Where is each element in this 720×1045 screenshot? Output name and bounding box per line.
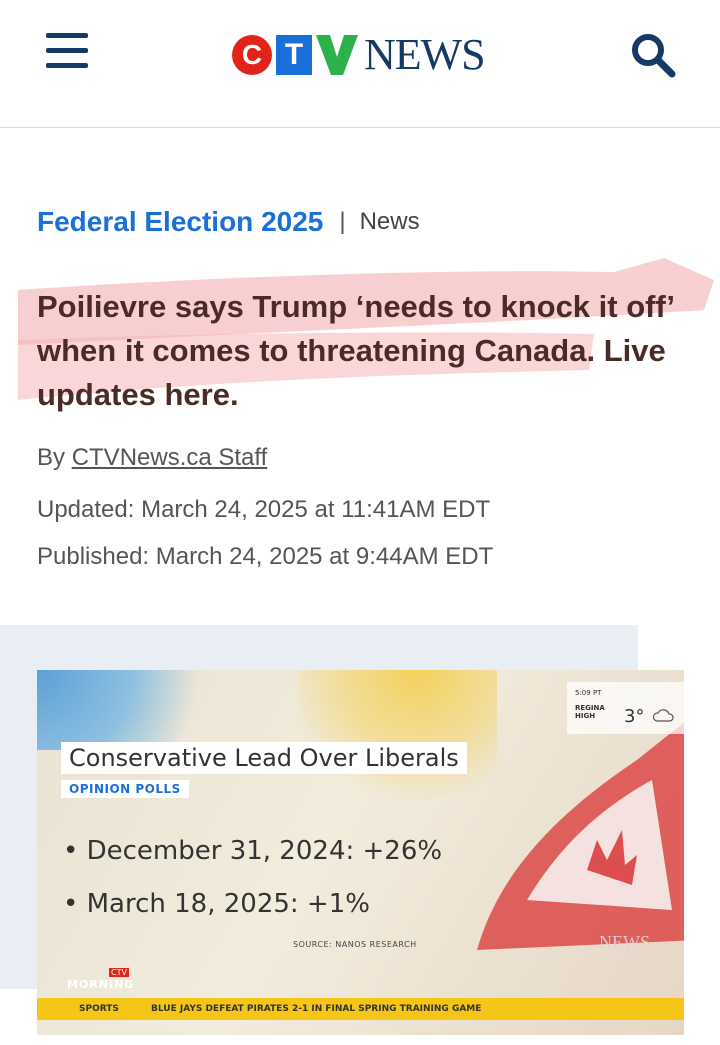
poll-bullet-2: • March 18, 2025: +1% (63, 889, 370, 919)
ticker-label: SPORTS (79, 1004, 119, 1014)
site-header: C T NEWS (0, 0, 720, 128)
cloud-icon (652, 709, 674, 722)
article-kicker: Federal Election 2025 | News (37, 206, 420, 238)
menu-icon[interactable] (46, 33, 88, 71)
search-icon[interactable] (628, 30, 678, 80)
weather-city: REGINA HIGH (575, 704, 605, 720)
weather-time: 5:09 PT (575, 689, 602, 697)
weather-temp: 3° (624, 706, 645, 727)
canadian-flag-graphic (477, 722, 684, 950)
ctv-news-logo[interactable]: C T NEWS (232, 30, 486, 79)
show-brand-small: CTV (109, 968, 129, 977)
video-player[interactable]: Conservative Lead Over Liberals OPINION … (37, 670, 684, 1035)
published-timestamp: Published: March 24, 2025 at 9:44AM EDT (37, 543, 494, 570)
section-link[interactable]: Federal Election 2025 (37, 206, 323, 238)
ticker-text: BLUE JAYS DEFEAT PIRATES 2-1 IN FINAL SP… (151, 1004, 482, 1014)
poll-bullet-1: • December 31, 2024: +26% (63, 836, 443, 866)
video-title: Conservative Lead Over Liberals (61, 742, 467, 774)
updated-timestamp: Updated: March 24, 2025 at 11:41AM EDT (37, 496, 491, 523)
article-headline: Poilievre says Trump ‘needs to knock it … (37, 289, 674, 412)
news-ticker: SPORTS BLUE JAYS DEFEAT PIRATES 2-1 IN F… (37, 998, 684, 1020)
kicker-separator: | (339, 208, 346, 235)
show-name: MORNING (67, 978, 135, 991)
ctv-news-watermark: NEWS (599, 932, 650, 952)
video-source: SOURCE: NANOS RESEARCH (293, 940, 417, 949)
byline: By CTVNews.ca Staff (37, 444, 267, 472)
logo-word: NEWS (364, 30, 486, 79)
logo-letter-c: C (232, 35, 272, 75)
weather-widget: 5:09 PT REGINA HIGH 3° (567, 682, 684, 734)
logo-letter-v (316, 35, 358, 75)
video-tag: OPINION POLLS (61, 780, 189, 798)
logo-letter-t: T (276, 35, 312, 75)
author-link[interactable]: CTVNews.ca Staff (72, 444, 268, 471)
subsection-label: News (359, 208, 420, 235)
byline-prefix: By (37, 444, 66, 471)
